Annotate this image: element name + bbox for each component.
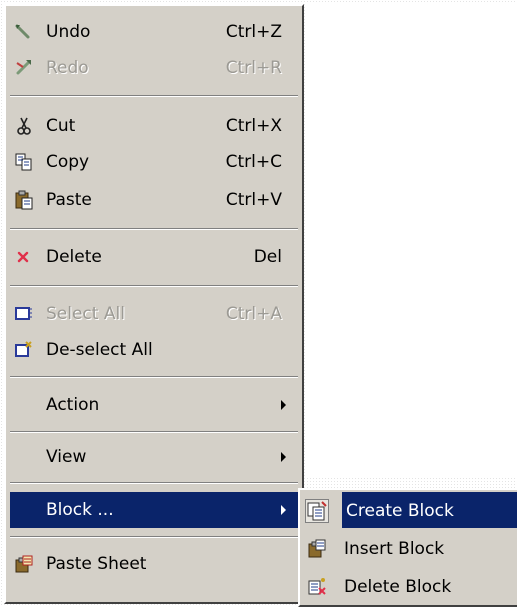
menu-item-paste[interactable]: Paste Ctrl+V <box>10 182 298 218</box>
menu-item-select-all[interactable]: Select All Ctrl+A <box>10 296 298 332</box>
menu-item-label: Cut <box>46 116 76 136</box>
submenu-item-label: Insert Block <box>344 539 445 559</box>
menu-item-label: Copy <box>46 152 90 172</box>
menu-item-view[interactable]: View <box>10 439 298 475</box>
menu-item-label: Undo <box>46 22 91 42</box>
menu-item-shortcut: Ctrl+A <box>225 304 282 324</box>
menu-item-shortcut: Ctrl+C <box>225 152 282 172</box>
menu-separator <box>10 536 298 538</box>
menu-item-label: Paste Sheet <box>46 554 147 574</box>
menu-separator <box>10 95 298 97</box>
menu-item-label: Action <box>46 395 100 415</box>
menu-separator <box>10 376 298 378</box>
delete-icon <box>14 247 34 267</box>
background-panel <box>306 4 517 476</box>
select-all-icon <box>14 304 34 324</box>
submenu-arrow-icon <box>281 452 286 462</box>
menu-separator <box>10 431 298 433</box>
menu-separator <box>10 482 298 484</box>
menu-separator <box>10 228 298 230</box>
block-submenu: Create Block Insert Block Delete Block <box>298 488 517 607</box>
redo-icon <box>14 58 34 78</box>
menu-item-shortcut: Ctrl+X <box>225 116 282 136</box>
menu-item-label: View <box>46 447 87 467</box>
submenu-item-create-block[interactable]: Create Block <box>302 492 517 528</box>
menu-item-label: Redo <box>46 58 89 78</box>
deselect-all-icon <box>14 340 34 360</box>
submenu-item-label: Delete Block <box>344 577 452 597</box>
delete-block-icon <box>306 576 328 598</box>
submenu-arrow-icon <box>281 400 286 410</box>
undo-icon <box>14 22 34 42</box>
insert-block-icon <box>306 538 328 560</box>
menu-separator <box>10 285 298 287</box>
cut-icon <box>14 116 34 136</box>
menu-item-copy[interactable]: Copy Ctrl+C <box>10 144 298 180</box>
menu-item-label: Delete <box>46 247 102 267</box>
submenu-item-label: Create Block <box>342 492 517 528</box>
menu-item-shortcut: Ctrl+Z <box>225 22 282 42</box>
menu-item-redo[interactable]: Redo Ctrl+R <box>10 50 298 86</box>
menu-item-label: Select All <box>46 304 125 324</box>
menu-item-action[interactable]: Action <box>10 387 298 423</box>
menu-item-paste-sheet[interactable]: Paste Sheet <box>10 546 298 582</box>
create-block-icon <box>305 499 329 523</box>
menu-item-undo[interactable]: Undo Ctrl+Z <box>10 14 298 50</box>
paste-icon <box>14 190 34 210</box>
paste-sheet-icon <box>14 554 34 574</box>
menu-item-label: Paste <box>46 190 92 210</box>
submenu-item-insert-block[interactable]: Insert Block <box>302 530 517 566</box>
context-menu: Undo Ctrl+Z Redo Ctrl+R Cut Ctrl+X Copy … <box>4 4 304 604</box>
menu-item-label: De-select All <box>46 340 153 360</box>
submenu-arrow-icon <box>281 505 286 515</box>
menu-item-cut[interactable]: Cut Ctrl+X <box>10 108 298 144</box>
menu-item-shortcut: Del <box>253 247 282 267</box>
submenu-item-delete-block[interactable]: Delete Block <box>302 568 517 604</box>
menu-item-label: Block ... <box>46 500 114 520</box>
menu-item-delete[interactable]: Delete Del <box>10 239 298 275</box>
copy-icon <box>14 152 34 172</box>
menu-item-shortcut: Ctrl+R <box>225 58 282 78</box>
menu-item-deselect-all[interactable]: De-select All <box>10 332 298 368</box>
menu-item-shortcut: Ctrl+V <box>225 190 282 210</box>
menu-item-block[interactable]: Block ... <box>10 492 298 528</box>
